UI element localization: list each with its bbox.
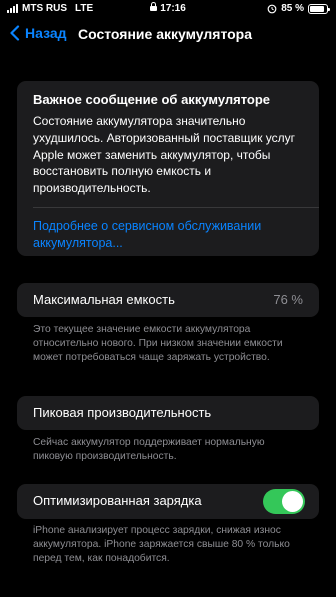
- status-bar: MTS RUS LTE 17:16 85 %: [0, 0, 336, 18]
- optimized-charging-row: Оптимизированная зарядка: [17, 484, 319, 519]
- peak-performance-footnote: Сейчас аккумулятор поддерживает нормальн…: [33, 437, 265, 462]
- lock-icon: [150, 2, 158, 11]
- service-info-link[interactable]: Подробнее о сервисном обслуживании аккум…: [33, 218, 313, 252]
- optimized-charging-toggle[interactable]: [263, 489, 305, 514]
- message-body: Состояние аккумулятора значительно ухудш…: [33, 114, 296, 196]
- battery-fill: [310, 5, 324, 12]
- battery-message-card: Важное сообщение об аккумуляторе Состоян…: [17, 81, 319, 256]
- max-capacity-footnote: Это текущее значение емкости аккумулятор…: [33, 324, 283, 363]
- optimized-charging-footnote: iPhone анализирует процесс зарядки, сниж…: [33, 525, 290, 564]
- max-capacity-value: 76 %: [273, 292, 303, 307]
- message-title: Важное сообщение об аккумуляторе: [33, 92, 271, 107]
- screen: MTS RUS LTE 17:16 85 % Назад Состояние а…: [0, 0, 336, 597]
- toggle-knob: [282, 491, 303, 512]
- back-button[interactable]: Назад: [9, 25, 67, 41]
- alarm-icon: [267, 4, 277, 13]
- peak-performance-row: Пиковая производительность: [17, 396, 319, 430]
- max-capacity-row: Максимальная емкость 76 %: [17, 283, 319, 317]
- peak-performance-label: Пиковая производительность: [33, 405, 212, 420]
- status-time: 17:16: [160, 3, 186, 14]
- navigation-bar: Назад Состояние аккумулятора: [0, 22, 336, 50]
- status-right: 85 %: [267, 3, 330, 14]
- chevron-left-icon: [10, 25, 20, 41]
- optimized-charging-label: Оптимизированная зарядка: [33, 493, 202, 508]
- message-divider: [33, 207, 319, 208]
- battery-icon: [308, 3, 330, 14]
- battery-percent: 85 %: [281, 3, 304, 14]
- back-label: Назад: [25, 25, 67, 41]
- page-title: Состояние аккумулятора: [78, 26, 253, 42]
- max-capacity-label: Максимальная емкость: [33, 292, 175, 307]
